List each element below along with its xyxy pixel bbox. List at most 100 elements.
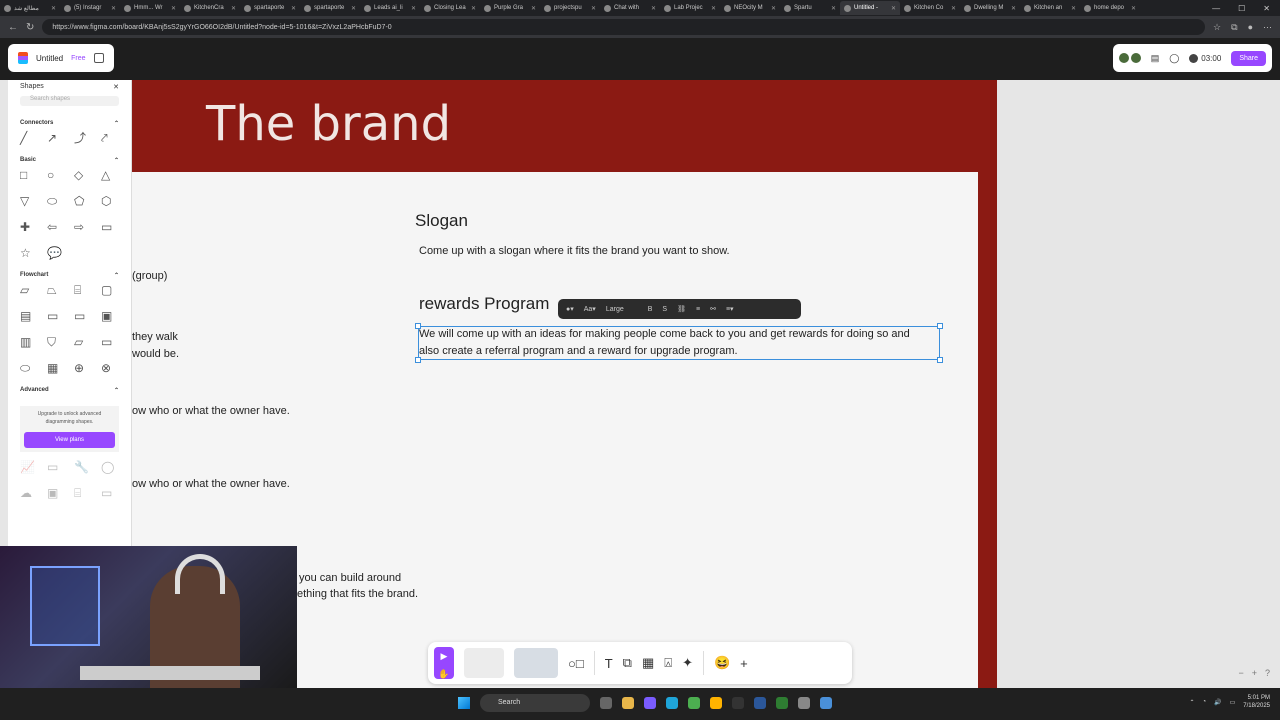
font-icon[interactable]: Aa▾ <box>584 305 596 313</box>
browser-tab[interactable]: (5) Instagr ✕ <box>60 1 120 15</box>
browser-tab[interactable]: KitchenCra ✕ <box>180 1 240 15</box>
windows-start-icon[interactable] <box>458 697 470 709</box>
line-connector-icon[interactable]: ╱ <box>20 131 47 145</box>
close-tab-icon[interactable]: ✕ <box>711 5 716 12</box>
brand-title[interactable]: The brand <box>206 96 451 152</box>
comment-icon[interactable]: ◯ <box>1169 53 1179 64</box>
section-tool-icon[interactable]: ⧉ <box>623 655 632 671</box>
left-text[interactable]: ething that fits the brand. <box>297 588 418 600</box>
minimize-icon[interactable]: — <box>1212 4 1220 13</box>
browser-tab[interactable]: spartaporte ✕ <box>240 1 300 15</box>
reload-icon[interactable]: ↻ <box>26 22 34 33</box>
chevron-up-icon[interactable]: ⌃ <box>1189 699 1194 706</box>
back-icon[interactable]: ← <box>8 22 18 33</box>
close-tab-icon[interactable]: ✕ <box>111 5 116 12</box>
browser-tab[interactable]: Chat with ✕ <box>600 1 660 15</box>
left-arrow-shape-icon[interactable]: ⇦ <box>47 220 74 234</box>
browser-tab[interactable]: مطالع شد ✕ <box>0 1 60 15</box>
shield-shape-icon[interactable]: ⛉ <box>47 335 74 349</box>
browser-tab[interactable]: projectspu ✕ <box>540 1 600 15</box>
multi-document-shape-icon[interactable]: ▣ <box>101 309 128 323</box>
settings-icon[interactable] <box>798 697 810 709</box>
callout-shape-icon[interactable]: ▭ <box>74 309 101 323</box>
store-icon[interactable] <box>710 697 722 709</box>
folder-shape-icon[interactable]: ▭ <box>47 309 74 323</box>
browser-tab[interactable]: home depo ✕ <box>1080 1 1140 15</box>
move-tool-icon[interactable]: ▶ ✋ <box>434 647 454 679</box>
browser-tab[interactable]: Hmm... Wr ✕ <box>120 1 180 15</box>
extensions-icon[interactable]: ⧉ <box>1231 22 1237 33</box>
vscode-icon[interactable] <box>776 697 788 709</box>
close-tab-icon[interactable]: ✕ <box>531 5 536 12</box>
left-text[interactable]: ow who or what the owner have. <box>132 405 290 417</box>
taskbar-search[interactable]: Search <box>480 694 590 712</box>
browser-tab[interactable]: Closing Lea ✕ <box>420 1 480 15</box>
curved-connector-icon[interactable]: ⤴ <box>74 131 101 145</box>
copilot-icon[interactable] <box>644 697 656 709</box>
more-tools-icon[interactable]: + <box>740 656 748 671</box>
browser-tab[interactable]: Untitled - ✕ <box>840 1 900 15</box>
view-plans-button[interactable]: View plans <box>24 432 115 448</box>
bookmark-icon[interactable]: ☆ <box>1213 22 1221 33</box>
figma-logo-icon[interactable] <box>18 52 28 64</box>
pages-icon[interactable] <box>93 53 104 63</box>
zoom-in-icon[interactable]: + <box>1252 668 1257 678</box>
close-tab-icon[interactable]: ✕ <box>231 5 236 12</box>
resize-handle[interactable] <box>937 357 943 363</box>
card-shape-icon[interactable]: ▭ <box>101 335 128 349</box>
wifi-icon[interactable]: ◔ <box>1203 699 1207 705</box>
stamp-tool-icon[interactable]: ⍓ <box>664 655 672 671</box>
circle-shape-icon[interactable]: ○ <box>47 168 74 182</box>
close-tab-icon[interactable]: ✕ <box>411 5 416 12</box>
slogan-heading[interactable]: Slogan <box>415 211 468 231</box>
left-text[interactable]: ow who or what the owner have. <box>132 478 290 490</box>
chevron-up-icon[interactable]: ⌃ <box>114 272 119 279</box>
layout-icon[interactable]: ▤ <box>1151 53 1160 64</box>
timer[interactable]: 03:00 <box>1189 53 1221 63</box>
right-arrow-shape-icon[interactable]: ⇨ <box>74 220 101 234</box>
bold-icon[interactable]: B <box>648 306 653 313</box>
close-tab-icon[interactable]: ✕ <box>1071 5 1076 12</box>
shapes-search-input[interactable]: Search shapes <box>20 96 119 106</box>
manual-input-shape-icon[interactable]: ⏥ <box>74 335 101 349</box>
sticky-note-tool[interactable] <box>514 648 558 678</box>
tag-shape-icon[interactable]: ▭ <box>101 220 128 234</box>
close-tab-icon[interactable]: ✕ <box>51 5 56 12</box>
close-tab-icon[interactable]: ✕ <box>471 5 476 12</box>
edge-icon[interactable] <box>666 697 678 709</box>
browser-tab[interactable]: Lab Projec ✕ <box>660 1 720 15</box>
internal-storage-shape-icon[interactable]: ▦ <box>47 361 74 375</box>
resize-handle[interactable] <box>415 357 421 363</box>
slogan-text[interactable]: Come up with a slogan where it fits the … <box>419 245 730 257</box>
left-text[interactable]: (group) <box>132 270 167 282</box>
maximize-icon[interactable]: ☐ <box>1238 4 1245 13</box>
close-tab-icon[interactable]: ✕ <box>831 5 836 12</box>
close-tab-icon[interactable]: ✕ <box>171 5 176 12</box>
task-view-icon[interactable] <box>600 697 612 709</box>
link-icon[interactable]: ⛓ <box>677 305 686 313</box>
inverted-triangle-shape-icon[interactable]: ▽ <box>20 194 47 208</box>
browser-tab[interactable]: Spartu ✕ <box>780 1 840 15</box>
list-icon[interactable]: ≡ <box>696 306 700 313</box>
color-picker-icon[interactable]: ●▾ <box>566 305 574 313</box>
resize-handle[interactable] <box>937 323 943 329</box>
arrow-connector-icon[interactable]: ↗ <box>47 131 74 145</box>
close-icon[interactable]: ✕ <box>113 83 119 91</box>
menu-icon[interactable]: ⋯ <box>1263 22 1272 33</box>
chrome-icon[interactable] <box>688 697 700 709</box>
browser-tab[interactable]: Dwelling M ✕ <box>960 1 1020 15</box>
file-explorer-icon[interactable] <box>622 697 634 709</box>
profile-icon[interactable]: ● <box>1248 22 1253 33</box>
rounded-rect-shape-icon[interactable]: ▢ <box>101 283 128 297</box>
browser-tab[interactable]: NEOcity M ✕ <box>720 1 780 15</box>
document-shape-icon[interactable]: ▤ <box>20 309 47 323</box>
elbow-connector-icon[interactable]: ⤤ <box>101 131 128 145</box>
font-size-select[interactable]: Large <box>606 306 624 313</box>
chevron-up-icon[interactable]: ⌃ <box>114 157 119 164</box>
close-tab-icon[interactable]: ✕ <box>771 5 776 12</box>
close-icon[interactable]: ✕ <box>1263 4 1270 13</box>
zoom-out-icon[interactable]: − <box>1238 668 1243 678</box>
chevron-up-icon[interactable]: ⌃ <box>114 387 119 394</box>
close-tab-icon[interactable]: ✕ <box>351 5 356 12</box>
close-tab-icon[interactable]: ✕ <box>291 5 296 12</box>
